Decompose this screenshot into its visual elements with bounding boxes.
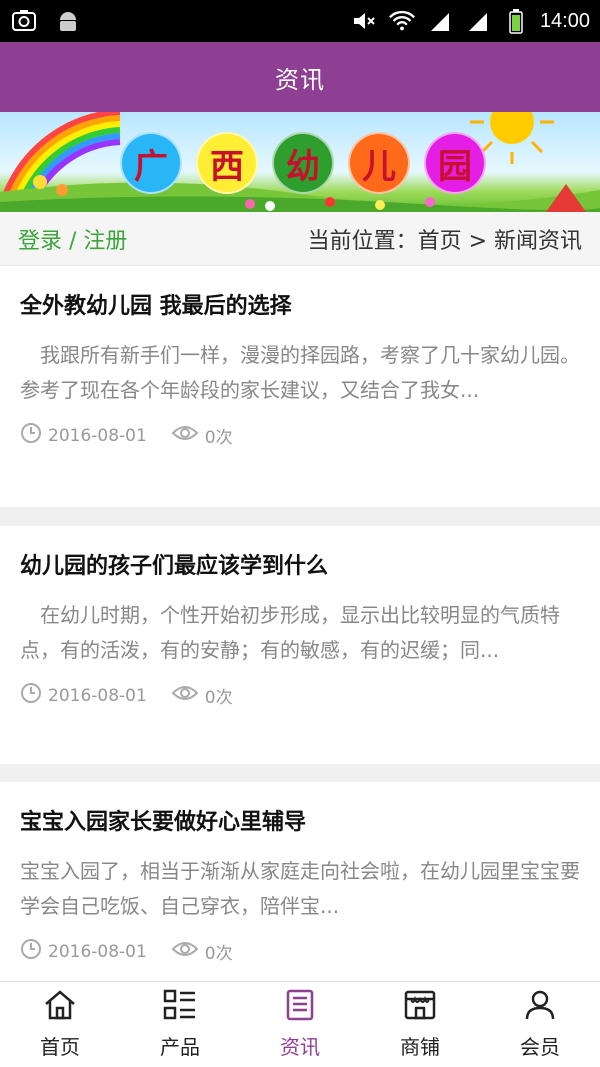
eye-icon	[171, 423, 199, 448]
banner-circle-4: 儿	[348, 132, 410, 194]
breadcrumb-bar: 登录 / 注册 当前位置：首页 > 新闻资讯	[0, 212, 600, 266]
article-meta: 2016-08-01 0次	[20, 682, 580, 709]
mute-icon	[350, 7, 378, 35]
article-date: 2016-08-01	[48, 425, 147, 446]
tab-home[interactable]: 首页	[0, 982, 120, 1067]
article-summary: 宝宝入园了，相当于渐渐从家庭走向社会啦，在幼儿园里宝宝要学会自己吃饭、自己穿衣，…	[20, 859, 580, 918]
article-views: 0次	[204, 944, 233, 964]
banner-title-circles: 广 西 幼 儿 园	[120, 132, 486, 194]
store-icon	[403, 989, 437, 1025]
clock-icon	[20, 682, 42, 709]
home-icon	[43, 989, 77, 1025]
article-card-2[interactable]: 幼儿园的孩子们最应该学到什么 在幼儿时期，个性开始初步形成，显示出比较明显的气质…	[0, 526, 600, 764]
app-header: 资讯	[0, 42, 600, 112]
login-register-link[interactable]: 登录 / 注册	[18, 223, 127, 255]
tab-label: 商铺	[400, 1035, 440, 1059]
article-title[interactable]: 宝宝入园家长要做好心里辅导	[20, 808, 580, 838]
android-icon	[54, 7, 82, 35]
bottom-tab-bar: 首页 产品 资讯 商铺 会员	[0, 981, 600, 1067]
battery-icon	[502, 7, 530, 35]
article-meta: 2016-08-01 0次	[20, 938, 580, 965]
news-icon	[283, 989, 317, 1025]
wifi-icon	[388, 7, 416, 35]
banner: 广 西 幼 儿 园	[0, 112, 600, 212]
status-bar: 14:00	[0, 0, 600, 42]
article-date: 2016-08-01	[48, 685, 147, 706]
tab-member[interactable]: 会员	[480, 982, 600, 1067]
clock-icon	[20, 938, 42, 965]
tab-news[interactable]: 资讯	[240, 982, 360, 1067]
eye-icon	[171, 683, 199, 708]
signal-icon	[426, 7, 454, 35]
signal-icon-2	[464, 7, 492, 35]
tab-products[interactable]: 产品	[120, 982, 240, 1067]
article-views: 0次	[204, 688, 233, 708]
banner-circle-5: 园	[424, 132, 486, 194]
article-summary: 我跟所有新手们一样，漫漫的择园路，考察了几十家幼儿园。参考了现在各个年龄段的家长…	[20, 343, 580, 402]
tab-store[interactable]: 商铺	[360, 982, 480, 1067]
article-summary: 在幼儿时期，个性开始初步形成，显示出比较明显的气质特点，有的活泼，有的安静；有的…	[20, 603, 560, 662]
article-title[interactable]: 幼儿园的孩子们最应该学到什么	[20, 552, 580, 582]
breadcrumb: 当前位置：首页 > 新闻资讯	[307, 228, 582, 254]
article-views: 0次	[204, 428, 233, 448]
article-card-3[interactable]: 宝宝入园家长要做好心里辅导 宝宝入园了，相当于渐渐从家庭走向社会啦，在幼儿园里宝…	[0, 782, 600, 981]
tab-label: 会员	[520, 1035, 560, 1059]
tab-label: 首页	[40, 1035, 80, 1059]
user-icon	[523, 989, 557, 1025]
banner-circle-3: 幼	[272, 132, 334, 194]
article-meta: 2016-08-01 0次	[20, 422, 580, 449]
article-date: 2016-08-01	[48, 941, 147, 962]
banner-circle-2: 西	[196, 132, 258, 194]
clock: 14:00	[539, 9, 590, 32]
tab-label: 产品	[160, 1035, 200, 1059]
banner-circle-1: 广	[120, 132, 182, 194]
screenshot-icon	[10, 7, 38, 35]
article-card-1[interactable]: 全外教幼儿园 我最后的选择 我跟所有新手们一样，漫漫的择园路，考察了几十家幼儿园…	[0, 266, 600, 507]
eye-icon	[171, 939, 199, 964]
grid-list-icon	[163, 989, 197, 1025]
tab-label: 资讯	[280, 1035, 320, 1059]
clock-icon	[20, 422, 42, 449]
article-title[interactable]: 全外教幼儿园 我最后的选择	[20, 292, 580, 322]
page-title: 资讯	[275, 65, 325, 94]
